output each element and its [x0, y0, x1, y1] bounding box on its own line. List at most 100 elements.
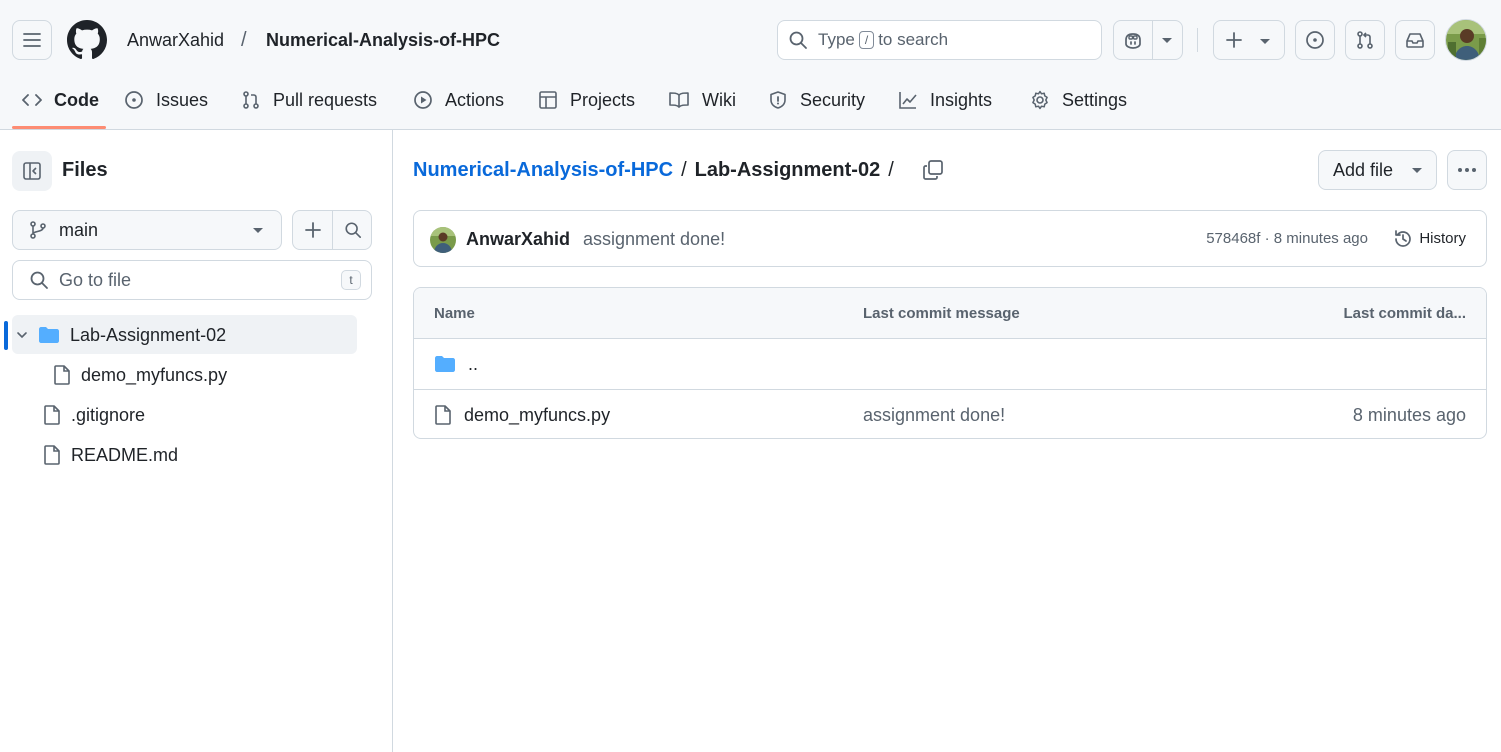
- search-suffix: to search: [878, 30, 949, 49]
- tab-pull-requests[interactable]: Pull requests: [241, 80, 377, 120]
- history-label: History: [1419, 230, 1466, 247]
- tree-item-demo-myfuncs[interactable]: demo_myfuncs.py: [53, 355, 227, 395]
- folder-open-icon: [39, 327, 59, 343]
- repo-link[interactable]: Numerical-Analysis-of-HPC: [266, 28, 500, 52]
- copy-path-button[interactable]: [918, 155, 948, 185]
- code-icon: [22, 94, 42, 106]
- tab-code-label: Code: [54, 90, 99, 110]
- breadcrumb-current-folder: Lab-Assignment-02: [694, 158, 881, 181]
- tab-insights[interactable]: Insights: [898, 80, 992, 120]
- breadcrumb-repo-link[interactable]: Numerical-Analysis-of-HPC: [413, 159, 673, 182]
- pull-requests-button[interactable]: [1345, 20, 1385, 60]
- user-avatar[interactable]: [1445, 19, 1487, 61]
- copilot-icon: [1125, 33, 1141, 49]
- hamburger-icon: [23, 33, 41, 47]
- file-tree-sidebar: Files main Go to file t Lab-Assignment-0…: [0, 130, 393, 752]
- chevron-down-icon: [1260, 39, 1270, 44]
- column-header-name: Name: [434, 305, 475, 322]
- tab-wiki[interactable]: Wiki: [668, 80, 736, 120]
- tree-item-label: Lab-Assignment-02: [70, 324, 227, 345]
- tab-projects[interactable]: Projects: [538, 80, 635, 120]
- tab-issues[interactable]: Issues: [124, 80, 208, 120]
- column-header-message: Last commit message: [863, 305, 1020, 322]
- inbox-icon: [1406, 33, 1424, 48]
- menu-button[interactable]: [12, 20, 52, 60]
- shield-icon: [770, 91, 786, 109]
- search-prefix: Type: [818, 30, 855, 49]
- search-files-button[interactable]: [333, 211, 372, 249]
- app-header: AnwarXahid / Numerical-Analysis-of-HPC T…: [0, 0, 1501, 130]
- tree-item-label: demo_myfuncs.py: [81, 364, 228, 385]
- file-icon: [435, 405, 451, 425]
- tab-projects-label: Projects: [570, 90, 636, 110]
- path-separator: /: [241, 29, 247, 51]
- commit-author-avatar[interactable]: [430, 227, 456, 253]
- add-file-label: Add file: [1333, 159, 1394, 180]
- tab-actions-label: Actions: [445, 90, 505, 110]
- breadcrumb: Numerical-Analysis-of-HPC / Lab-Assignme…: [413, 157, 902, 183]
- file-name-link[interactable]: demo_myfuncs.py: [464, 403, 610, 427]
- tree-item-label: README.md: [71, 444, 179, 465]
- tab-wiki-label: Wiki: [702, 90, 736, 110]
- tree-item-readme[interactable]: README.md: [43, 435, 178, 475]
- tab-security[interactable]: Security: [768, 80, 865, 120]
- search-icon: [30, 271, 48, 289]
- table-icon: [539, 91, 557, 109]
- tab-insights-label: Insights: [930, 90, 993, 110]
- github-logo-icon[interactable]: [67, 20, 107, 60]
- chevron-down-icon: [1162, 38, 1172, 43]
- branch-selector[interactable]: main: [12, 210, 282, 250]
- file-icon: [44, 405, 60, 425]
- issue-icon: [125, 91, 143, 109]
- file-icon: [54, 365, 70, 385]
- chevron-down-icon: [17, 332, 27, 339]
- tab-actions[interactable]: Actions: [413, 80, 504, 120]
- add-file-button[interactable]: Add file: [1318, 150, 1437, 190]
- tab-pull-requests-label: Pull requests: [273, 90, 378, 110]
- tree-selected-indicator: [4, 321, 8, 350]
- file-commit-message[interactable]: assignment done!: [863, 403, 1005, 427]
- commit-author[interactable]: AnwarXahid: [466, 228, 570, 250]
- folder-icon: [435, 356, 455, 372]
- history-button[interactable]: History: [1393, 228, 1466, 250]
- copy-icon: [923, 160, 943, 180]
- tab-issues-label: Issues: [156, 90, 209, 110]
- commit-message[interactable]: assignment done!: [583, 228, 725, 250]
- collapse-sidebar-button[interactable]: [12, 151, 52, 191]
- search-icon: [789, 31, 807, 49]
- pull-request-icon: [1357, 31, 1373, 49]
- play-icon: [414, 91, 432, 109]
- parent-directory-link[interactable]: ..: [468, 352, 478, 376]
- tab-code[interactable]: Code: [22, 80, 99, 120]
- commit-hash-and-time[interactable]: 578468f · 8 minutes ago: [1206, 230, 1368, 248]
- table-row-parent[interactable]: ..: [414, 339, 1486, 389]
- book-icon: [669, 92, 689, 108]
- issues-button[interactable]: [1295, 20, 1335, 60]
- owner-link[interactable]: AnwarXahid: [127, 28, 224, 52]
- branch-name: main: [59, 219, 99, 240]
- header-divider: [1197, 28, 1198, 52]
- more-options-button[interactable]: [1447, 150, 1487, 190]
- latest-commit-box: AnwarXahid assignment done! 578468f · 8 …: [413, 210, 1487, 267]
- branch-icon: [30, 221, 46, 239]
- plus-icon: [304, 222, 321, 238]
- add-file-sidebar-button[interactable]: [293, 211, 332, 249]
- repo-nav: Code Issues Pull requests Actions Projec…: [0, 80, 1501, 130]
- file-table: Name Last commit message Last commit da.…: [413, 287, 1487, 439]
- tree-item-gitignore[interactable]: .gitignore: [43, 395, 145, 435]
- graph-icon: [899, 92, 917, 109]
- kebab-horizontal-icon: [1458, 168, 1476, 172]
- active-tab-indicator: [12, 126, 106, 129]
- go-to-file-input[interactable]: Go to file t: [12, 260, 372, 300]
- tab-settings[interactable]: Settings: [1030, 80, 1127, 120]
- plus-icon: [1226, 32, 1242, 48]
- tree-item-label: .gitignore: [71, 404, 146, 425]
- create-new-button[interactable]: [1213, 20, 1285, 60]
- file-commit-age: 8 minutes ago: [1352, 405, 1466, 425]
- copilot-button-group[interactable]: [1113, 20, 1183, 60]
- tree-item-lab-assignment-02[interactable]: Lab-Assignment-02: [16, 315, 226, 355]
- inbox-button[interactable]: [1395, 20, 1435, 60]
- search-input[interactable]: Type / to search: [777, 20, 1102, 60]
- tab-security-label: Security: [800, 90, 866, 110]
- search-icon: [344, 222, 361, 239]
